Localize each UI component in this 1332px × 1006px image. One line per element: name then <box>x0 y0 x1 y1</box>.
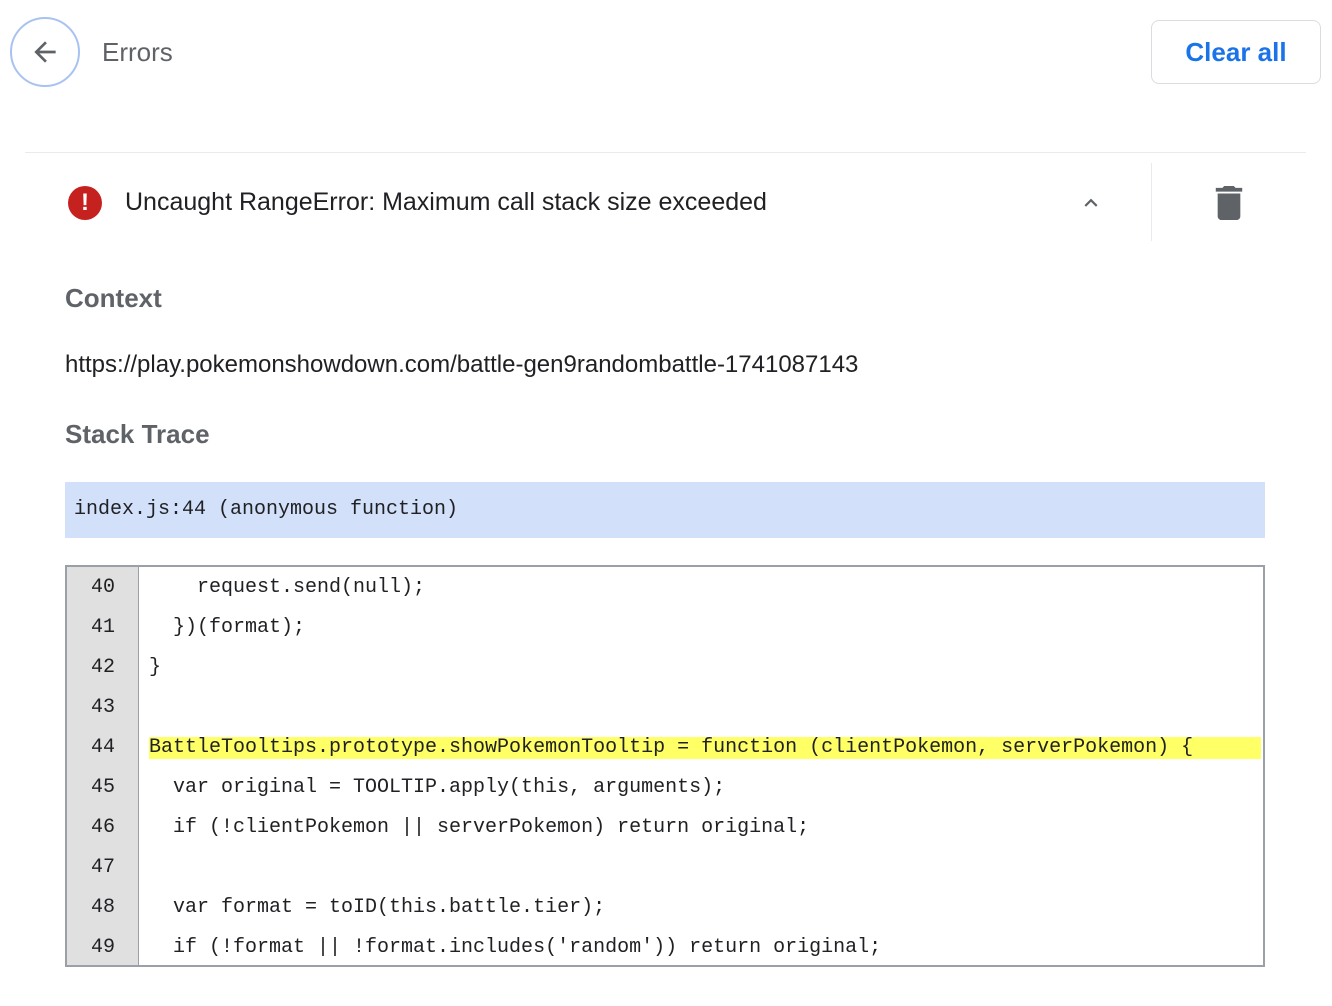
line-number: 46 <box>90 816 115 839</box>
code-line: 42} <box>67 648 1263 688</box>
error-message: Uncaught RangeError: Maximum call stack … <box>125 188 767 216</box>
line-number: 47 <box>90 856 115 879</box>
line-number: 49 <box>90 936 115 959</box>
code-line: 48 var format = toID(this.battle.tier); <box>67 888 1263 928</box>
code-line: 47 <box>67 848 1263 888</box>
line-number: 40 <box>90 576 115 599</box>
collapse-button[interactable] <box>1072 184 1110 222</box>
code-line-text: } <box>149 656 162 679</box>
line-number: 48 <box>90 896 115 919</box>
code-line: 44 BattleTooltips.prototype.showPokemonTo… <box>67 728 1263 768</box>
code-line: 41 })(format); <box>67 608 1263 648</box>
context-url: https://play.pokemonshowdown.com/battle-… <box>65 351 859 378</box>
code-line: 46 if (!clientPokemon || serverPokemon) … <box>67 808 1263 848</box>
code-viewer: 40 request.send(null); 41 })(format); 42} 4… <box>65 565 1265 967</box>
error-icon: ! <box>68 186 102 220</box>
code-line: 40 request.send(null); <box>67 568 1263 608</box>
highlighted-code-line-text: BattleTooltips.prototype.showPokemonTool… <box>149 737 1261 759</box>
code-line-text: if (!format || !format.includes('random'… <box>149 936 882 959</box>
line-number: 41 <box>90 616 115 639</box>
code-line: 45 var original = TOOLTIP.apply(this, ar… <box>67 768 1263 808</box>
trash-icon <box>1215 186 1243 220</box>
back-button[interactable] <box>10 17 80 87</box>
code-line: 49 if (!format || !format.includes('rand… <box>67 928 1263 965</box>
stack-frame[interactable]: index.js:44 (anonymous function) <box>65 482 1265 538</box>
clear-all-button[interactable]: Clear all <box>1151 20 1321 84</box>
code-line-text: var original = TOOLTIP.apply(this, argum… <box>149 776 726 799</box>
header-divider <box>25 152 1306 153</box>
line-number: 45 <box>90 776 115 799</box>
code-line-text: var format = toID(this.battle.tier); <box>149 896 606 919</box>
code-line-text: })(format); <box>149 616 306 639</box>
arrow-back-icon <box>34 41 56 63</box>
delete-button[interactable] <box>1210 184 1248 222</box>
line-number: 43 <box>90 696 115 719</box>
code-line: 43 <box>67 688 1263 728</box>
context-heading: Context <box>65 283 162 313</box>
line-number: 42 <box>90 656 115 679</box>
line-number: 44 <box>90 736 115 759</box>
page-title: Errors <box>102 37 173 67</box>
chevron-up-icon <box>1084 198 1098 207</box>
vertical-divider <box>1151 163 1152 241</box>
code-line-text: request.send(null); <box>149 576 426 599</box>
error-item: ! Uncaught RangeError: Maximum call stac… <box>0 160 1332 244</box>
code-line-text: if (!clientPokemon || serverPokemon) ret… <box>149 816 810 839</box>
stack-trace-heading: Stack Trace <box>65 419 210 449</box>
extension-errors-page: Errors Clear all ! Uncaught RangeError: … <box>0 0 1332 1006</box>
